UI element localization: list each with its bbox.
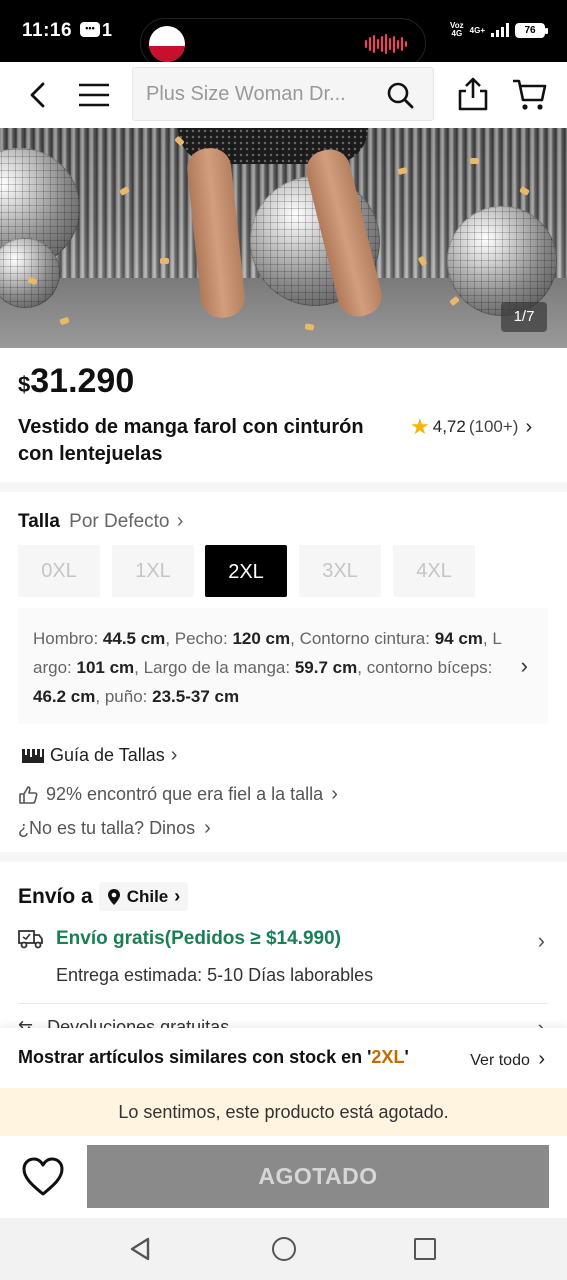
notification-count: 1: [102, 20, 113, 40]
product-price: $31.290: [18, 362, 135, 400]
chevron-right-icon[interactable]: ›: [538, 928, 545, 954]
thumbs-up-icon: [19, 785, 38, 804]
size-header[interactable]: Talla Por Defecto ›: [18, 510, 183, 533]
system-back-icon[interactable]: [128, 1236, 152, 1262]
chevron-right-icon: ›: [176, 510, 184, 532]
chevron-right-icon: ›: [520, 653, 528, 678]
shipping-label: Envío a: [18, 884, 93, 908]
product-image-gallery[interactable]: 1/7: [0, 128, 567, 348]
size-measurements[interactable]: Hombro: 44.5 cm, Pecho: 120 cm, Contorno…: [18, 608, 548, 724]
back-icon[interactable]: [24, 80, 54, 110]
rating-count: (100+): [468, 417, 519, 436]
status-indicators: Voz 4G 4G+ 76: [450, 21, 548, 38]
sold-out-banner: Lo sentimos, este producto está agotado.: [0, 1088, 567, 1136]
truck-icon: [18, 930, 43, 949]
size-guide-link[interactable]: Guía de Tallas ›: [22, 744, 177, 767]
size-option-1xl[interactable]: 1XL: [112, 545, 194, 597]
chevron-right-icon: ›: [170, 744, 178, 766]
chevron-right-icon: ›: [204, 817, 211, 839]
status-bar: 11:16 ••• 1 Voz 4G 4G+ 76: [0, 0, 567, 68]
chevron-right-icon: ›: [174, 886, 181, 906]
system-recents-icon[interactable]: [414, 1238, 436, 1260]
cart-icon[interactable]: [511, 78, 547, 112]
size-default-label: Por Defecto: [69, 511, 170, 532]
rating-value: 4,72: [432, 417, 466, 436]
system-nav-bar: [0, 1218, 567, 1280]
media-thumbnail: [149, 26, 185, 62]
country-selector[interactable]: Chile ›: [98, 882, 189, 911]
top-nav: Plus Size Woman Dr...: [0, 62, 567, 128]
disco-ball: [447, 206, 557, 316]
system-home-icon[interactable]: [272, 1237, 296, 1261]
size-option-4xl[interactable]: 4XL: [393, 545, 475, 597]
image-counter: 1/7: [501, 302, 547, 332]
size-guide-label: Guía de Tallas: [50, 745, 165, 765]
free-shipping-text: Envío gratis(Pedidos ≥ $14.990): [56, 928, 341, 949]
battery-icon: 76: [515, 22, 548, 38]
similar-items-text: Mostrar artículos similares con stock en…: [18, 1047, 409, 1067]
chat-bubble-icon: •••: [80, 22, 100, 37]
menu-icon[interactable]: [78, 82, 110, 108]
delivery-estimate: Entrega estimada: 5-10 Días laborables: [56, 965, 374, 985]
status-time: 11:16: [22, 20, 73, 41]
shipping-header: Envío a Chile ›: [18, 882, 189, 911]
size-option-0xl[interactable]: 0XL: [18, 545, 100, 597]
sold-out-button[interactable]: AGOTADO: [87, 1145, 549, 1208]
search-input[interactable]: Plus Size Woman Dr...: [132, 67, 434, 121]
divider: [18, 1003, 548, 1004]
size-label: Talla: [18, 511, 60, 532]
country-name: Chile: [126, 886, 169, 906]
share-icon[interactable]: [456, 76, 490, 112]
location-pin-icon: [107, 888, 120, 905]
measurements-text: Hombro: 44.5 cm, Pecho: 120 cm, Contorno…: [33, 629, 502, 706]
fit-text: 92% encontró que era fiel a la talla: [46, 784, 324, 804]
search-placeholder: Plus Size Woman Dr...: [146, 83, 346, 105]
signal-icon: [491, 23, 509, 37]
chevron-right-icon: ›: [537, 1015, 545, 1029]
fit-feedback[interactable]: 92% encontró que era fiel a la talla ›: [18, 783, 338, 806]
star-icon: ★: [410, 414, 430, 439]
network-type: Voz 4G: [450, 21, 464, 38]
free-shipping-row[interactable]: Envío gratis(Pedidos ≥ $14.990): [18, 928, 341, 950]
similar-items-bar[interactable]: Mostrar artículos similares con stock en…: [0, 1028, 567, 1088]
similar-size: 2XL: [371, 1047, 405, 1067]
section-divider: [0, 852, 567, 862]
rating-summary[interactable]: ★ 4,72 (100+) ›: [410, 414, 532, 440]
see-all-link[interactable]: Ver todo ›: [470, 1048, 545, 1071]
chevron-right-icon: ›: [538, 1048, 545, 1070]
product-title: Vestido de manga farol con cinturón con …: [18, 416, 364, 465]
search-icon[interactable]: [385, 80, 415, 110]
chevron-right-icon: ›: [331, 783, 338, 805]
size-option-3xl[interactable]: 3XL: [299, 545, 381, 597]
heart-icon[interactable]: [20, 1154, 66, 1200]
section-divider: [0, 482, 567, 492]
signal-label: 4G+: [469, 25, 485, 35]
chevron-right-icon: ›: [525, 415, 533, 438]
audio-wave-icon: [365, 34, 407, 54]
ruler-icon: [22, 748, 44, 763]
dynamic-island[interactable]: [140, 18, 426, 68]
not-your-size-link[interactable]: ¿No es tu talla? Dinos ›: [18, 817, 211, 840]
size-option-2xl[interactable]: 2XL: [205, 545, 287, 597]
